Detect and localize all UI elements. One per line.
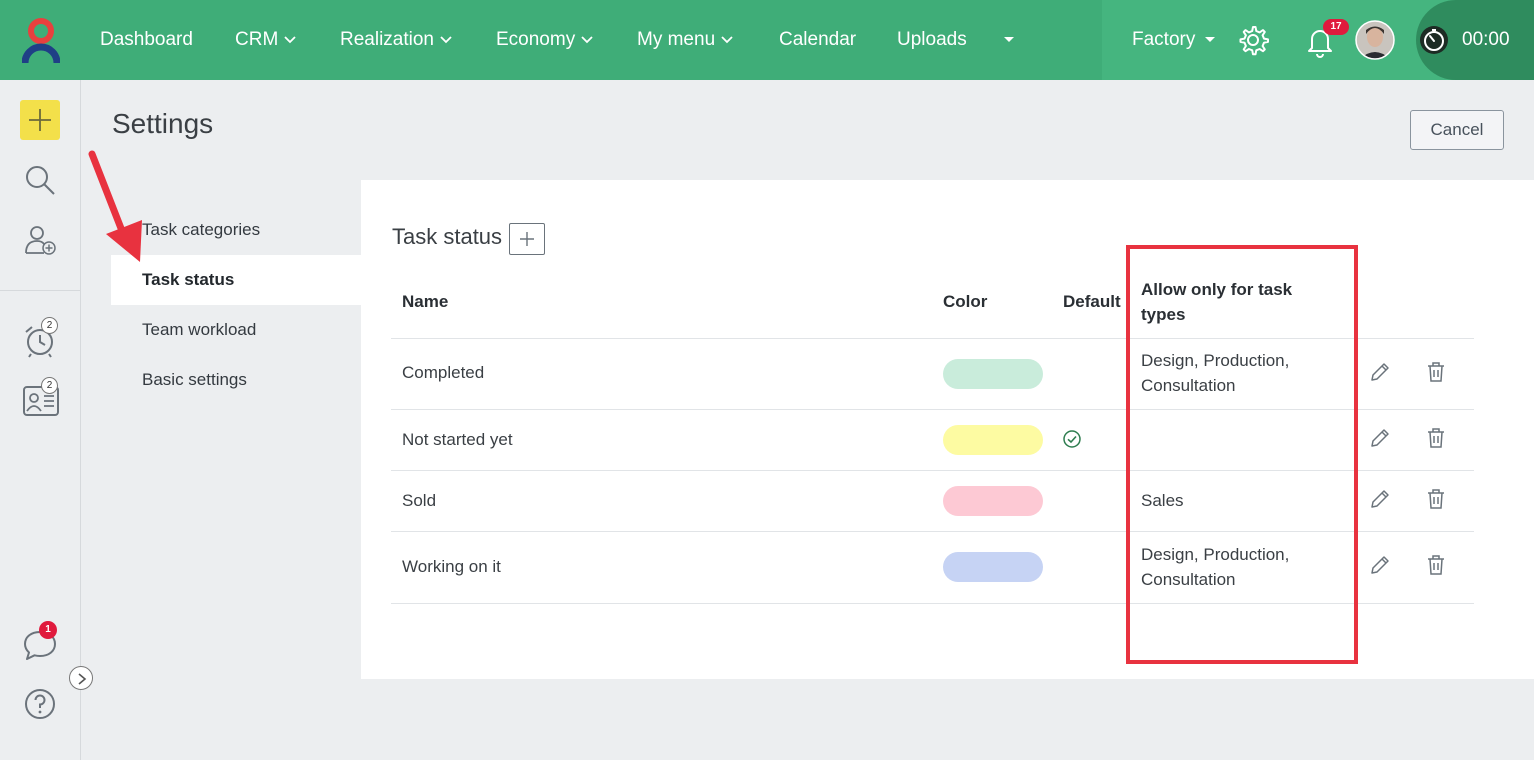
avatar[interactable] xyxy=(1355,20,1395,60)
nav-crm[interactable]: CRM xyxy=(235,27,296,53)
chat-count-badge: 1 xyxy=(39,621,57,639)
rail-divider xyxy=(0,290,80,291)
default-check-icon[interactable] xyxy=(1063,430,1081,448)
nav-calendar-label: Calendar xyxy=(779,29,857,50)
column-header-name: Name xyxy=(402,292,449,311)
quick-add-button[interactable] xyxy=(20,100,60,140)
nav-crm-label: CRM xyxy=(235,29,279,50)
status-name: Not started yet xyxy=(402,430,513,449)
timer-display[interactable]: 00:00 xyxy=(1462,27,1510,53)
edit-pencil-icon[interactable] xyxy=(1369,488,1391,510)
notification-count-badge: 17 xyxy=(1323,19,1349,35)
chevron-down-icon xyxy=(721,36,733,44)
top-bar: Dashboard CRM Realization Economy My men… xyxy=(0,0,1534,80)
caret-down-icon xyxy=(1205,37,1216,42)
chevron-right-icon xyxy=(78,673,87,685)
search-icon[interactable] xyxy=(24,164,56,196)
chevron-down-icon xyxy=(581,36,593,44)
chevron-down-icon xyxy=(284,36,296,44)
status-name: Sold xyxy=(402,491,437,510)
page-title: Settings xyxy=(112,108,214,139)
edit-pencil-icon[interactable] xyxy=(1369,427,1391,449)
chevron-down-icon xyxy=(440,36,452,44)
status-name: Working on it xyxy=(402,557,501,576)
nav-uploads-label: Uploads xyxy=(897,29,967,50)
stopwatch-icon[interactable] xyxy=(1418,24,1450,56)
nav-calendar[interactable]: Calendar xyxy=(779,27,856,53)
nav-dashboard-label: Dashboard xyxy=(100,29,193,50)
column-header-default: Default xyxy=(1063,292,1121,311)
status-color-swatch xyxy=(943,425,1043,455)
task-status-panel: Task status Name Color Default Allow onl… xyxy=(361,180,1534,679)
nav-realization-label: Realization xyxy=(340,29,434,50)
plus-icon xyxy=(520,232,534,246)
section-title: Task status xyxy=(392,224,503,249)
trash-icon[interactable] xyxy=(1425,361,1447,383)
cancel-button[interactable]: Cancel xyxy=(1410,110,1504,150)
submenu-basic-settings[interactable]: Basic settings xyxy=(111,355,361,405)
gear-icon[interactable] xyxy=(1237,24,1269,56)
nav-economy[interactable]: Economy xyxy=(496,27,593,53)
nav-my-menu[interactable]: My menu xyxy=(637,27,733,53)
status-name: Completed xyxy=(402,363,485,382)
plus-icon xyxy=(29,109,51,131)
column-header-color: Color xyxy=(943,292,988,311)
nav-my-menu-label: My menu xyxy=(637,29,716,50)
trash-icon[interactable] xyxy=(1425,427,1447,449)
trash-icon[interactable] xyxy=(1425,488,1447,510)
add-contact-icon[interactable] xyxy=(24,223,58,257)
timer-value: 00:00 xyxy=(1462,29,1510,50)
highlight-box xyxy=(1126,245,1358,664)
red-arrow-icon xyxy=(88,150,142,262)
trash-icon[interactable] xyxy=(1425,554,1447,576)
reminders-count-badge: 2 xyxy=(41,317,58,334)
rail-expand-button[interactable] xyxy=(69,666,93,690)
contacts-count-badge: 2 xyxy=(41,377,58,394)
status-color-swatch xyxy=(943,359,1043,389)
left-rail: 2 2 1 xyxy=(0,80,81,760)
app-logo-icon[interactable] xyxy=(22,17,60,65)
status-color-swatch xyxy=(943,486,1043,516)
more-menu-caret-icon[interactable] xyxy=(1003,36,1015,44)
edit-pencil-icon[interactable] xyxy=(1369,361,1391,383)
add-status-button[interactable] xyxy=(509,223,545,255)
nav-uploads[interactable]: Uploads xyxy=(897,27,967,53)
edit-pencil-icon[interactable] xyxy=(1369,554,1391,576)
nav-dashboard[interactable]: Dashboard xyxy=(100,27,193,53)
nav-realization[interactable]: Realization xyxy=(340,27,452,53)
company-name: Factory xyxy=(1132,29,1196,50)
status-color-swatch xyxy=(943,552,1043,582)
company-selector[interactable]: Factory xyxy=(1132,27,1216,53)
nav-economy-label: Economy xyxy=(496,29,576,50)
submenu-team-workload[interactable]: Team workload xyxy=(111,305,361,355)
help-icon[interactable] xyxy=(23,687,57,721)
